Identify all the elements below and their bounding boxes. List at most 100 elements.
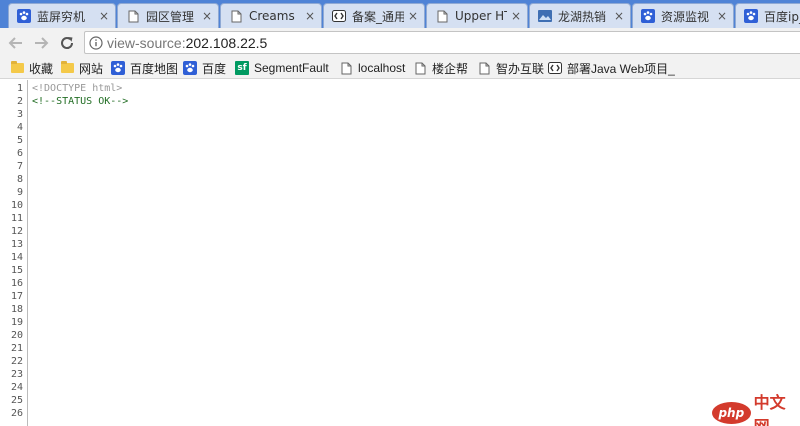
close-icon[interactable]: × (202, 9, 212, 23)
bookmark-localhost[interactable]: localhost (339, 59, 405, 77)
bookmark-label: SegmentFault (254, 61, 329, 75)
line-number: 7 (16, 161, 23, 172)
baidu-paw-icon (641, 9, 655, 23)
line-number: 20 (10, 330, 23, 341)
close-icon[interactable]: × (717, 9, 727, 23)
arrow-right-icon (35, 37, 49, 49)
source-line-comment: <!--STATUS OK--> (32, 96, 129, 107)
close-icon[interactable]: × (305, 9, 315, 23)
line-number: 3 (16, 109, 23, 120)
segmentfault-icon: sf (235, 61, 249, 75)
bookmark-baidu-map[interactable]: 百度地图 (111, 59, 178, 77)
line-number: 23 (10, 369, 23, 380)
bookmark-label: 网站 (79, 61, 104, 76)
line-number: 4 (16, 122, 23, 133)
line-number: 22 (10, 356, 23, 367)
tab-title: 龙湖热销 (558, 9, 607, 24)
line-number: 13 (10, 239, 23, 250)
page-icon (229, 9, 243, 23)
line-number: 12 (10, 226, 23, 237)
picture-icon (538, 9, 552, 23)
tab-title: 蓝屏穷机 (37, 9, 86, 24)
tab-title: 备案_通用 (352, 9, 404, 24)
bookmark-label: 百度地图 (130, 61, 179, 76)
page-icon (126, 9, 140, 23)
info-icon[interactable] (85, 35, 107, 50)
line-number: 14 (10, 252, 23, 263)
line-number-gutter: 1 2 3 4 5 6 7 8 9 10 11 12 13 14 15 16 1… (0, 80, 28, 426)
close-icon[interactable]: × (511, 9, 521, 23)
tab-2[interactable]: 园区管理 × (117, 3, 219, 28)
php-cn-watermark: php 中文网 (712, 393, 800, 426)
line-number: 10 (10, 200, 23, 211)
tab-6[interactable]: 龙湖热销 × (529, 3, 631, 28)
line-number: 15 (10, 265, 23, 276)
arrow-left-icon (8, 37, 22, 49)
reload-icon (61, 37, 74, 49)
page-icon (413, 61, 427, 75)
bookmark-louqibang[interactable]: 楼企帮 (413, 59, 468, 77)
line-number: 24 (10, 382, 23, 393)
bookmark-label: 部署Java Web项目_ (567, 61, 675, 76)
baidu-paw-icon (17, 9, 31, 23)
tab-8[interactable]: 百度ip_ (735, 3, 800, 28)
tab-7[interactable]: 资源监视 × (632, 3, 734, 28)
tab-title: 资源监视 (661, 9, 710, 24)
line-number: 19 (10, 317, 23, 328)
reload-button[interactable] (57, 33, 77, 53)
tab-title: Upper HT (455, 9, 507, 23)
tab-4[interactable]: 备案_通用 × (323, 3, 425, 28)
toolbar: view-source: 202.108.22.5 (0, 28, 800, 57)
bookmark-label: localhost (358, 61, 406, 75)
tab-5[interactable]: Upper HT × (426, 3, 528, 28)
line-number: 5 (16, 135, 23, 146)
bookmark-java-web[interactable]: 部署Java Web项目_ (548, 59, 675, 77)
line-number: 17 (10, 291, 23, 302)
tab-3[interactable]: Creams × (220, 3, 322, 28)
baidu-paw-icon (744, 9, 758, 23)
tab-title: Creams (249, 9, 295, 23)
tab-strip: 蓝屏穷机 × 园区管理 × Creams × 备案_通用 × Upper HT … (0, 0, 800, 28)
line-number: 21 (10, 343, 23, 354)
code-bracket-icon (548, 61, 562, 75)
line-number: 8 (16, 174, 23, 185)
bookmark-zhiban[interactable]: 智办互联 (477, 59, 544, 77)
tab-title: 百度ip_ (764, 9, 800, 24)
line-number: 2 (16, 96, 23, 107)
close-icon[interactable]: × (614, 9, 624, 23)
bookmark-segmentfault[interactable]: sf SegmentFault (235, 59, 329, 77)
bookmark-baidu[interactable]: 百度 (183, 59, 226, 77)
bookmark-folder-favorites[interactable]: 收藏 (10, 59, 53, 77)
baidu-paw-icon (183, 61, 197, 75)
page-icon (435, 9, 449, 23)
close-icon[interactable]: × (99, 9, 109, 23)
folder-icon (10, 61, 24, 75)
baidu-paw-icon (111, 61, 125, 75)
watermark-text: 中文网 (753, 393, 786, 426)
bookmark-label: 收藏 (29, 61, 54, 76)
bookmark-label: 楼企帮 (432, 61, 469, 76)
tab-title: 园区管理 (146, 9, 195, 24)
line-number: 16 (10, 278, 23, 289)
back-button[interactable] (6, 33, 26, 53)
address-bar[interactable]: view-source: 202.108.22.5 (84, 31, 800, 54)
url-host: 202.108.22.5 (185, 34, 268, 51)
line-number: 6 (16, 148, 23, 159)
forward-button[interactable] (31, 33, 51, 53)
bookmarks-bar: 收藏 网站 百度地图 百度 sf SegmentFault localhost … (0, 57, 800, 79)
line-number: 1 (16, 83, 23, 94)
line-number: 18 (10, 304, 23, 315)
bookmark-label: 百度 (202, 61, 227, 76)
watermark-badge: php (712, 402, 751, 424)
bookmark-folder-sites[interactable]: 网站 (60, 59, 103, 77)
line-number: 9 (16, 187, 23, 198)
page-icon (339, 61, 353, 75)
line-number: 26 (10, 408, 23, 419)
line-number: 11 (10, 213, 23, 224)
source-line-doctype: <!DOCTYPE html> (32, 83, 123, 94)
line-number: 25 (10, 395, 23, 406)
close-icon[interactable]: × (408, 9, 418, 23)
tab-1[interactable]: 蓝屏穷机 × (8, 3, 116, 28)
bookmark-label: 智办互联 (496, 61, 545, 76)
url-scheme: view-source: (107, 34, 186, 51)
